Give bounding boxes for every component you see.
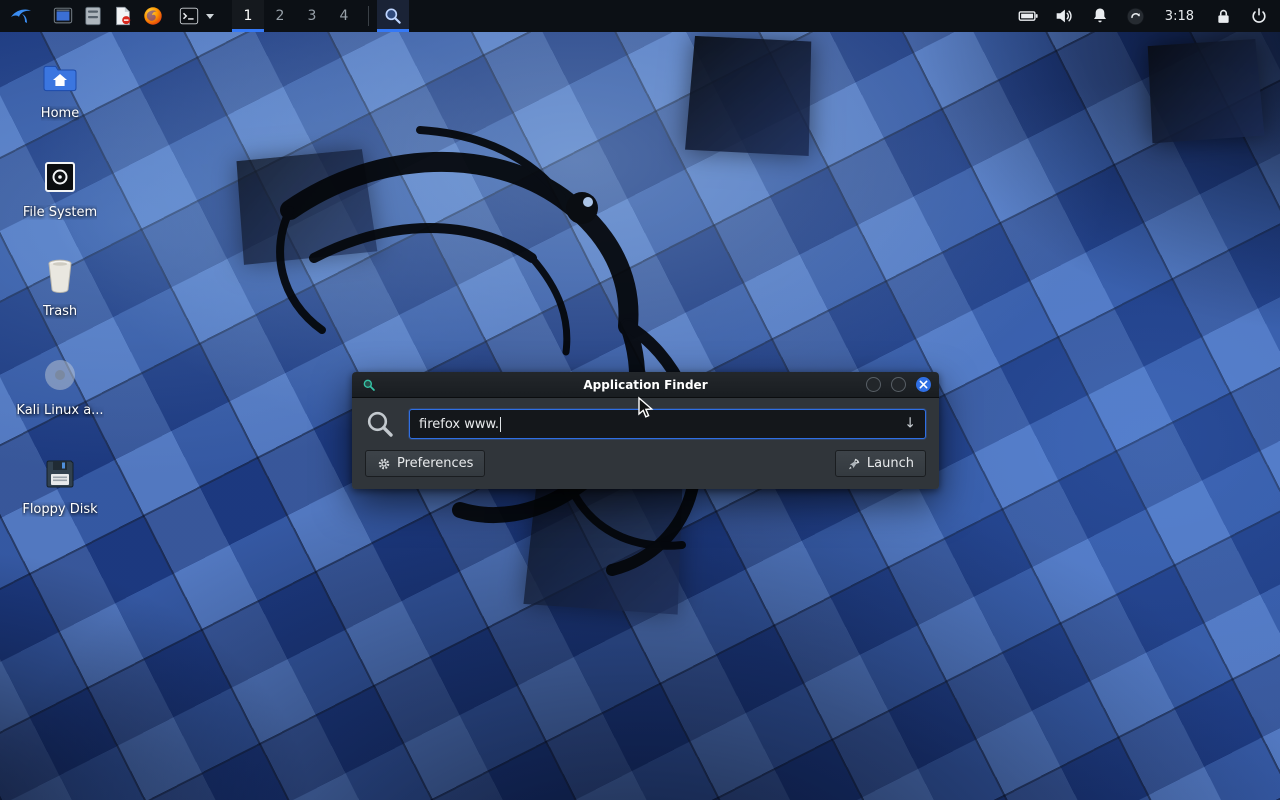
file-system-icon [43, 160, 77, 194]
kali-logo-icon [9, 4, 33, 28]
preferences-button[interactable]: Preferences [365, 450, 485, 477]
panel-clock[interactable]: 3:18 [1157, 9, 1202, 24]
window-icon [52, 5, 74, 27]
window-title: Application Finder [352, 378, 939, 392]
minimize-button[interactable] [866, 377, 881, 392]
lock-icon [1214, 7, 1233, 26]
status-circle-indicator[interactable] [1121, 0, 1151, 32]
battery-indicator[interactable] [1013, 0, 1043, 32]
volume-icon [1053, 5, 1075, 27]
close-button[interactable] [916, 377, 931, 392]
window-search-icon [360, 378, 378, 392]
floppy-disk-icon [43, 457, 77, 491]
workspace-2[interactable]: 2 [264, 0, 296, 32]
search-icon [365, 409, 395, 439]
gear-icon [377, 457, 391, 471]
workspace-1[interactable]: 1 [232, 0, 264, 32]
launch-button[interactable]: Launch [835, 450, 926, 477]
desktop-icon-trash[interactable]: Trash [12, 250, 108, 349]
text-editor-launcher-button[interactable] [108, 0, 138, 32]
desktop-screen: 1 2 3 4 [0, 0, 1280, 800]
firefox-icon [142, 5, 164, 27]
bell-icon [1090, 6, 1110, 26]
trash-icon [44, 258, 76, 294]
top-panel: 1 2 3 4 [0, 0, 1280, 32]
close-icon [919, 380, 928, 389]
home-folder-icon [42, 61, 78, 95]
power-icon [1249, 6, 1269, 26]
file-manager-launcher-button[interactable] [78, 0, 108, 32]
kali-dragon-art [230, 90, 990, 610]
history-dropdown-icon[interactable]: ↓ [904, 415, 916, 431]
search-window-icon [383, 6, 403, 26]
volume-indicator[interactable] [1049, 0, 1079, 32]
document-icon [112, 5, 134, 27]
workspace-4[interactable]: 4 [328, 0, 360, 32]
taskbar-appfinder-button[interactable] [377, 0, 409, 32]
desktop-icon-floppy[interactable]: Floppy Disk [12, 448, 108, 547]
kali-menu-button[interactable] [6, 0, 36, 32]
firefox-launcher-button[interactable] [138, 0, 168, 32]
desktop-icon-home[interactable]: Home [12, 52, 108, 151]
circle-arrow-icon [1125, 6, 1146, 27]
workspace-switcher: 1 2 3 4 [232, 0, 360, 32]
panel-separator [368, 6, 369, 26]
desktop-icon-kali-docs[interactable]: Kali Linux a... [12, 349, 108, 448]
workspace-3[interactable]: 3 [296, 0, 328, 32]
logout-button[interactable] [1244, 0, 1274, 32]
desktop-icon-list: Home File System Trash [12, 52, 108, 547]
battery-icon [1017, 5, 1039, 27]
notifications-indicator[interactable] [1085, 0, 1115, 32]
maximize-button[interactable] [891, 377, 906, 392]
text-caret [500, 417, 501, 432]
dragon-head [566, 192, 598, 224]
application-finder-window: Application Finder firefox www. [352, 372, 939, 489]
kali-disc-icon [43, 358, 77, 392]
wallpaper-dark-cube [1148, 39, 1265, 143]
panel-status-area: 3:18 [1013, 0, 1274, 32]
screen-lock-indicator[interactable] [1208, 0, 1238, 32]
terminal-launcher-button[interactable] [174, 0, 204, 32]
window-launcher-button[interactable] [48, 0, 78, 32]
window-body: firefox www. ↓ Preferences [352, 398, 939, 489]
terminal-icon [178, 5, 200, 27]
desktop-icon-filesystem[interactable]: File System [12, 151, 108, 250]
titlebar[interactable]: Application Finder [352, 372, 939, 398]
rocket-icon [847, 457, 861, 471]
search-input-value: firefox www. [419, 417, 499, 432]
search-input[interactable]: firefox www. ↓ [409, 409, 926, 439]
file-cabinet-icon [82, 5, 104, 27]
terminal-dropdown-arrow[interactable] [204, 0, 216, 32]
